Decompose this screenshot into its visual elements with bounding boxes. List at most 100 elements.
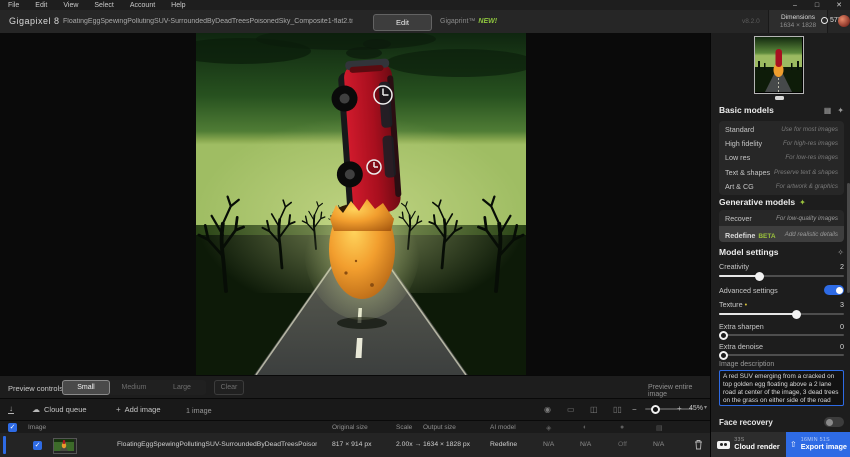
export-label: Export image <box>801 443 847 451</box>
beta-badge: BETA <box>758 233 775 240</box>
col-output-size: Output size <box>423 424 456 431</box>
creativity-slider[interactable] <box>719 275 844 277</box>
collapse-queue-icon[interactable]: ↓ <box>8 405 14 414</box>
row-filename: FloatingEggSpewingPollutingSUV-Surrounde… <box>117 441 317 448</box>
model-text-shapes[interactable]: Text & shapes Preserve text & shapes <box>719 165 844 179</box>
menu-select[interactable]: Select <box>86 2 121 9</box>
menu-account[interactable]: Account <box>122 2 163 9</box>
col-original-size: Original size <box>332 424 368 431</box>
extra-denoise-label: Extra denoise <box>719 342 763 351</box>
eye-icon[interactable]: ◉ <box>544 405 551 414</box>
denoise-column-icon: ◐ <box>583 424 587 431</box>
queue-table-row[interactable]: ✓ FloatingEggSpewingPollutingSUV-Surroun… <box>0 433 710 457</box>
close-icon[interactable]: ✕ <box>828 1 850 9</box>
preview-entire-image-button[interactable]: Preview entire image <box>648 384 710 398</box>
zoom-in-icon[interactable]: + <box>677 404 682 413</box>
zoom-slider-handle[interactable] <box>651 405 660 414</box>
minimize-icon[interactable]: – <box>784 2 806 9</box>
add-image-button[interactable]: + Add image <box>116 405 161 414</box>
dimensions-value: 1634 × 1828 <box>780 22 816 29</box>
edit-button[interactable]: Edit <box>373 14 432 31</box>
clear-previews-button[interactable]: Clear <box>214 380 244 395</box>
navigator-zoom-handle[interactable] <box>775 96 784 100</box>
model-name: Redefine <box>725 231 755 240</box>
window-controls: – □ ✕ <box>784 0 850 10</box>
row-scale[interactable]: 2.00x → <box>396 441 421 448</box>
preview-image-art <box>196 33 526 375</box>
menu-view[interactable]: View <box>55 2 86 9</box>
menu-edit[interactable]: Edit <box>27 2 55 9</box>
preview-size-large[interactable]: Large <box>158 380 206 395</box>
model-name: Low res <box>725 153 750 162</box>
cloud-render-button[interactable]: 33S Cloud render <box>711 432 786 457</box>
cloud-queue-button[interactable]: ☁ Cloud queue <box>32 405 87 414</box>
gigaprint-link[interactable]: Gigaprint™NEW! <box>440 18 497 25</box>
zoom-dropdown-chevron-icon[interactable]: ▾ <box>704 404 707 411</box>
basic-models-list: Standard Use for most images High fideli… <box>719 121 844 195</box>
menu-help[interactable]: Help <box>163 2 193 9</box>
generative-sparkle-icon: ✦ <box>799 198 806 207</box>
preview-image[interactable] <box>196 33 526 375</box>
extra-sharpen-label: Extra sharpen <box>719 322 764 331</box>
zoom-level-value[interactable]: 45% <box>689 405 703 412</box>
preview-controls-label: Preview controls <box>8 384 63 393</box>
model-standard[interactable]: Standard Use for most images <box>719 122 844 136</box>
model-grid-icon[interactable]: ▦ <box>824 106 832 115</box>
settings-sparkle-icon[interactable]: ✧ <box>837 248 844 257</box>
texture-modified-dot: • <box>745 300 748 309</box>
preview-size-medium[interactable]: Medium <box>110 380 158 395</box>
gamma-column-icon: ▤ <box>656 424 663 432</box>
version-label: v8.2.0 <box>742 18 760 25</box>
dimensions-dropdown[interactable]: Dimensions 1634 × 1828 <box>768 10 828 33</box>
model-redefine[interactable]: RedefineBETA Add realistic details <box>719 226 844 242</box>
preview-size-small[interactable]: Small <box>62 380 110 395</box>
export-icon: ⇧ <box>790 440 797 449</box>
image-count: 1 image <box>186 406 212 415</box>
texture-slider[interactable] <box>719 313 844 315</box>
split-view-icon[interactable]: ◫ <box>590 405 598 414</box>
coin-icon <box>821 17 828 24</box>
image-canvas: Use Redefine settings Click on an area o… <box>0 33 710 375</box>
maximize-icon[interactable]: □ <box>806 2 828 9</box>
select-all-checkbox[interactable]: ✓ <box>8 423 17 432</box>
single-view-icon[interactable]: ▭ <box>567 405 575 414</box>
zoom-out-icon[interactable]: − <box>632 405 637 414</box>
row-face-recovery: Off <box>618 441 627 448</box>
model-name: High fidelity <box>725 139 762 148</box>
side-by-side-view-icon[interactable]: ▯▯ <box>613 405 622 414</box>
auto-model-sparkle-icon[interactable]: ✦ <box>837 106 844 115</box>
model-recover[interactable]: Recover For low-quality images <box>719 210 844 226</box>
model-name: Recover <box>725 214 752 223</box>
image-description-input[interactable]: A red SUV emerging from a cracked on top… <box>719 370 844 406</box>
extra-denoise-slider[interactable] <box>719 354 844 356</box>
advanced-settings-toggle[interactable] <box>824 285 844 295</box>
model-desc: For low-quality images <box>776 215 838 222</box>
navigator-thumbnail[interactable] <box>754 36 804 94</box>
generative-models-title: Generative models <box>719 197 795 207</box>
queue-toolbar: ↓ ☁ Cloud queue + Add image 1 image ◉ ▭ … <box>0 398 710 421</box>
sharpen-column-icon: ◈ <box>546 424 551 432</box>
row-checkbox[interactable]: ✓ <box>33 441 42 450</box>
model-name: Standard <box>725 125 754 134</box>
texture-value: 3 <box>840 300 844 309</box>
col-image: Image <box>28 424 46 431</box>
model-art-cg[interactable]: Art & CG For artwork & graphics <box>719 180 844 194</box>
model-settings-title: Model settings <box>719 247 779 257</box>
row-thumbnail <box>53 438 77 454</box>
menu-file[interactable]: File <box>0 2 27 9</box>
user-avatar[interactable] <box>838 15 850 27</box>
face-recovery-toggle[interactable] <box>824 417 844 427</box>
face-recovery-column-icon: ● <box>620 424 624 431</box>
texture-label: Texture <box>719 300 743 309</box>
extra-sharpen-value: 0 <box>840 322 844 331</box>
extra-sharpen-slider[interactable] <box>719 334 844 336</box>
model-low-res[interactable]: Low res For low-res images <box>719 151 844 165</box>
row-ai-model[interactable]: Redefine <box>490 441 517 448</box>
delete-row-icon[interactable] <box>694 439 703 450</box>
export-image-button[interactable]: ⇧ 16MIN 51S Export image <box>786 432 850 457</box>
face-recovery-label: Face recovery <box>719 418 773 427</box>
model-high-fidelity[interactable]: High fidelity For high-res images <box>719 136 844 150</box>
row-gamma: N/A <box>653 441 664 448</box>
queue-table-header: ✓ Image Original size Scale Output size … <box>0 420 710 434</box>
settings-panel: Basic models ▦ ✦ Standard Use for most i… <box>710 33 850 457</box>
